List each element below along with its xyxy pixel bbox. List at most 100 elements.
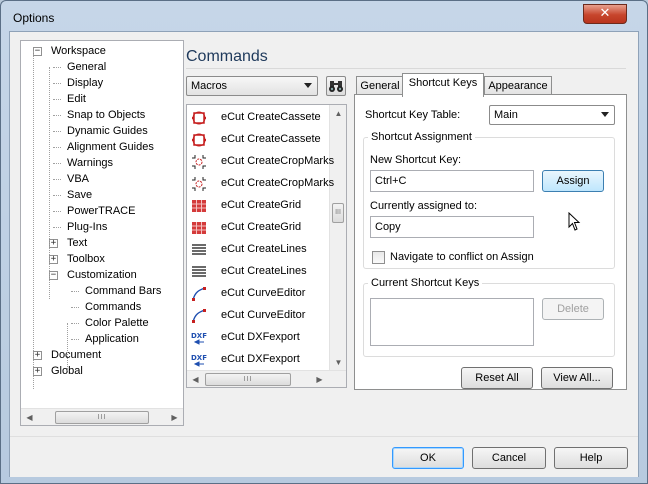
tree-connector xyxy=(53,163,61,164)
tree-item[interactable]: General xyxy=(67,59,106,75)
scroll-thumb[interactable]: III xyxy=(332,203,344,223)
tab-appearance[interactable]: Appearance xyxy=(484,76,552,96)
command-item[interactable]: eCut CurveEditor xyxy=(187,283,331,305)
scroll-right-icon[interactable]: ▶ xyxy=(311,371,328,387)
tree-item[interactable]: Document xyxy=(51,347,101,363)
command-item[interactable]: eCut CreateCassete xyxy=(187,107,331,129)
delete-button[interactable]: Delete xyxy=(542,298,604,320)
tree-item[interactable]: Toolbox xyxy=(67,251,105,267)
category-tree[interactable]: ◀ III ▶ Workspace − General Display Edit Snap… xyxy=(20,40,184,426)
current-shortcuts-group: Current Shortcut Keys Delete xyxy=(363,277,615,357)
shortcut-table-dropdown[interactable]: Main xyxy=(489,105,615,125)
tree-item[interactable]: Dynamic Guides xyxy=(67,123,148,139)
tree-item[interactable]: Snap to Objects xyxy=(67,107,145,123)
tree-item[interactable]: Warnings xyxy=(67,155,113,171)
command-list[interactable]: ▲ III ▼ ◀ III ▶ eCut CreateCassete eCut C… xyxy=(186,104,347,388)
tree-connector xyxy=(53,83,61,84)
close-button[interactable]: ✕ xyxy=(583,4,627,24)
tree-connector xyxy=(49,67,50,299)
dialog-footer: OK Cancel Help xyxy=(10,436,638,477)
command-item[interactable]: DXF eCut DXFexport xyxy=(187,327,331,349)
tab-shortcut-keys[interactable]: Shortcut Keys xyxy=(402,73,484,97)
expand-icon[interactable]: + xyxy=(49,255,58,264)
expand-icon[interactable]: + xyxy=(33,351,42,360)
command-item[interactable]: eCut CreateGrid xyxy=(187,195,331,217)
help-button[interactable]: Help xyxy=(554,447,628,469)
assign-button[interactable]: Assign xyxy=(542,170,604,192)
tree-item[interactable]: Plug-Ins xyxy=(67,219,107,235)
command-icon-wrapper xyxy=(191,242,207,258)
command-label: eCut CreateCassete xyxy=(221,133,321,145)
ok-button[interactable]: OK xyxy=(392,447,464,469)
command-icon-wrapper xyxy=(191,264,207,280)
close-icon: ✕ xyxy=(599,6,611,21)
tab-general[interactable]: General xyxy=(356,76,404,96)
command-label: eCut CreateCassete xyxy=(221,111,321,123)
command-item[interactable]: eCut CurveEditor xyxy=(187,305,331,327)
command-item[interactable]: eCut CreateCassete xyxy=(187,129,331,151)
tree-connector xyxy=(53,179,61,180)
cassete-icon xyxy=(192,111,206,125)
tree-item[interactable]: Application xyxy=(85,331,139,347)
collapse-icon[interactable]: − xyxy=(33,47,42,56)
tree-item[interactable]: Command Bars xyxy=(85,283,161,299)
grid-icon xyxy=(192,200,206,212)
scroll-down-icon[interactable]: ▼ xyxy=(330,354,346,371)
tree-item[interactable]: Commands xyxy=(85,299,141,315)
navigate-conflict-label[interactable]: Navigate to conflict on Assign xyxy=(390,251,534,263)
reset-all-button[interactable]: Reset All xyxy=(461,367,533,389)
tree-item[interactable]: Customization xyxy=(67,267,137,283)
expand-icon[interactable]: + xyxy=(33,367,42,376)
view-all-button[interactable]: View All... xyxy=(541,367,613,389)
command-icon-wrapper xyxy=(191,220,207,236)
tree-item[interactable]: Text xyxy=(67,235,87,251)
navigate-conflict-checkbox[interactable] xyxy=(372,251,385,264)
shortcut-table-label: Shortcut Key Table: xyxy=(365,109,461,121)
command-label: eCut CreateLines xyxy=(221,243,307,255)
curve-icon xyxy=(192,309,206,323)
assigned-to-label: Currently assigned to: xyxy=(370,200,477,212)
command-item[interactable]: DXF eCut DXFexport xyxy=(187,349,331,371)
cancel-button[interactable]: Cancel xyxy=(472,447,546,469)
command-list-vertical-scrollbar[interactable]: ▲ III ▼ xyxy=(329,105,346,371)
tree-item[interactable]: Save xyxy=(67,187,92,203)
command-item[interactable]: eCut CreateCropMarks xyxy=(187,151,334,173)
new-shortcut-input[interactable]: Ctrl+C xyxy=(370,170,534,192)
tree-item[interactable]: Workspace xyxy=(51,43,106,59)
tree-item[interactable]: Display xyxy=(67,75,103,91)
tree-item[interactable]: Color Palette xyxy=(85,315,149,331)
command-item[interactable]: eCut CreateLines xyxy=(187,261,331,283)
cassete-icon xyxy=(192,133,206,147)
tree-item[interactable]: PowerTRACE xyxy=(67,203,135,219)
command-label: eCut CurveEditor xyxy=(221,287,306,299)
category-dropdown[interactable]: Macros xyxy=(186,76,318,96)
tree-connector xyxy=(33,51,34,389)
scroll-thumb[interactable]: III xyxy=(55,411,149,424)
tree-horizontal-scrollbar[interactable]: ◀ III ▶ xyxy=(21,408,183,425)
current-shortcuts-list[interactable] xyxy=(370,298,534,346)
options-window: Options ✕ ◀ III ▶ Workspace − General Displ… xyxy=(0,0,648,484)
scroll-thumb[interactable]: III xyxy=(205,373,291,386)
tree-item[interactable]: VBA xyxy=(67,171,89,187)
tree-item[interactable]: Edit xyxy=(67,91,86,107)
command-item[interactable]: eCut CreateGrid xyxy=(187,217,331,239)
find-button[interactable] xyxy=(326,76,346,96)
tree-connector xyxy=(53,227,61,228)
collapse-icon[interactable]: − xyxy=(49,271,58,280)
tree-connector xyxy=(53,211,61,212)
command-item[interactable]: eCut CreateLines xyxy=(187,239,331,261)
scroll-up-icon[interactable]: ▲ xyxy=(330,105,346,122)
command-item[interactable]: eCut CreateCropMarks xyxy=(187,173,334,195)
chevron-down-icon xyxy=(304,83,312,88)
command-list-horizontal-scrollbar[interactable]: ◀ III ▶ xyxy=(187,370,346,387)
expand-icon[interactable]: + xyxy=(49,239,58,248)
tree-item[interactable]: Alignment Guides xyxy=(67,139,154,155)
scroll-left-icon[interactable]: ◀ xyxy=(21,409,38,425)
command-icon-wrapper: DXF xyxy=(191,330,207,346)
binoculars-icon xyxy=(329,81,343,92)
tree-connector xyxy=(53,115,61,116)
lines-icon xyxy=(192,266,206,277)
command-label: eCut CreateGrid xyxy=(221,221,302,233)
scroll-right-icon[interactable]: ▶ xyxy=(166,409,183,425)
scroll-left-icon[interactable]: ◀ xyxy=(187,371,204,387)
